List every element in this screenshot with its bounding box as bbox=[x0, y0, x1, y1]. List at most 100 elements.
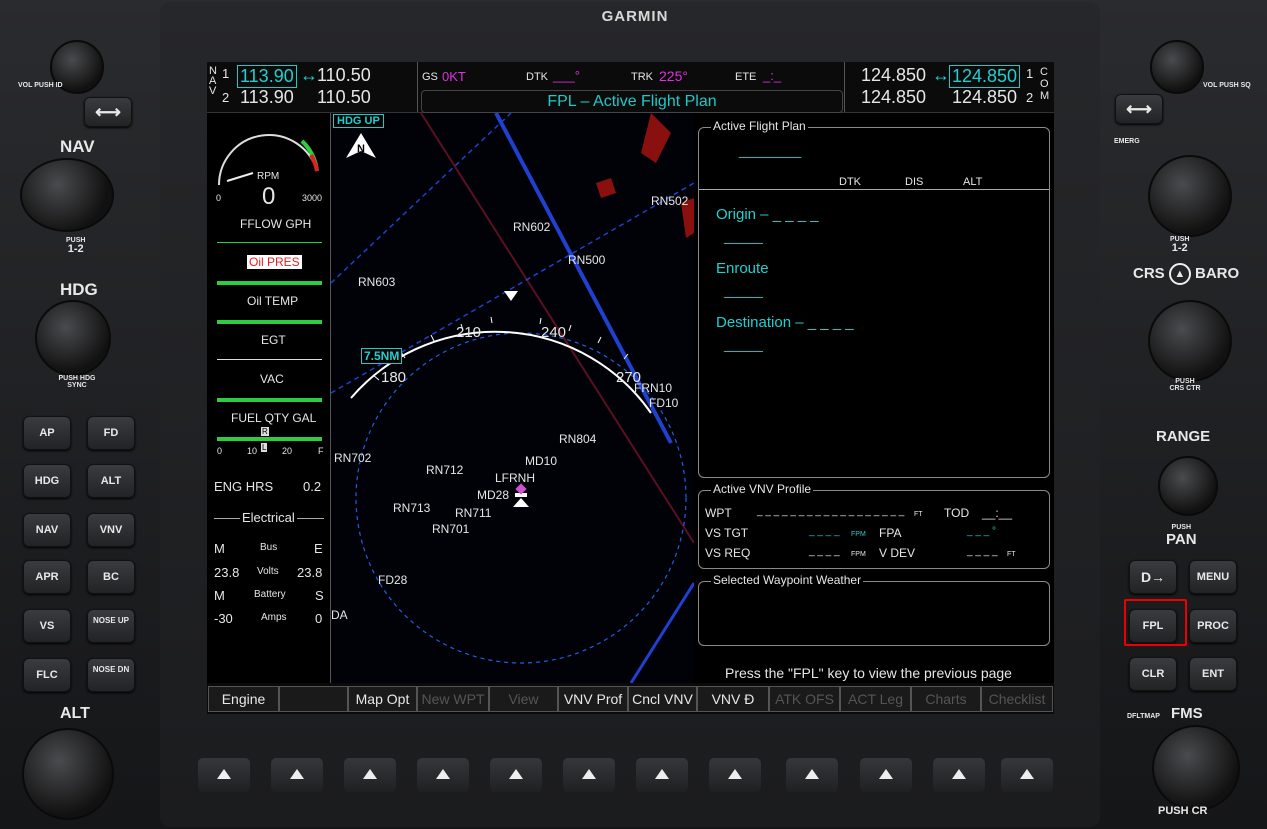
apr-button[interactable]: APR bbox=[23, 560, 71, 594]
range-knob[interactable] bbox=[1158, 456, 1218, 516]
destination-row[interactable]: Destination – _ _ _ _ bbox=[716, 314, 854, 331]
clr-button[interactable]: CLR bbox=[1129, 657, 1177, 691]
volts-right: 23.8 bbox=[297, 565, 323, 580]
vnv-vdev-label: V DEV bbox=[879, 546, 916, 560]
softkey-map-opt[interactable]: Map Opt bbox=[348, 686, 417, 712]
egt-label: EGT bbox=[261, 333, 286, 347]
map-orientation-label[interactable]: HDG UP bbox=[333, 114, 384, 128]
com-swap-arrow: ↔ bbox=[932, 65, 950, 85]
crs-baro-knob[interactable] bbox=[1148, 300, 1232, 382]
softkey-charts[interactable]: Charts bbox=[911, 686, 981, 712]
vnv-button[interactable]: VNV bbox=[87, 513, 135, 547]
eng-hrs-value: 0.2 bbox=[303, 479, 322, 494]
softkey-vnv-direct[interactable]: VNV Đ bbox=[697, 686, 769, 712]
com1-active-freq[interactable]: 124.850 bbox=[861, 65, 926, 86]
com1-standby-freq[interactable]: 124.850 bbox=[949, 65, 1021, 88]
vol-knob-right[interactable] bbox=[1150, 40, 1204, 94]
column-dis: DIS bbox=[905, 176, 924, 188]
softkey-new-wpt[interactable]: New WPT bbox=[417, 686, 489, 712]
nav-swap-button[interactable]: ⟷ bbox=[84, 97, 132, 127]
softkey-atk-ofs[interactable]: ATK OFS bbox=[769, 686, 840, 712]
crs-push-label: PUSH CRS CTR bbox=[1169, 378, 1201, 392]
waypoint-rn712[interactable]: RN712 bbox=[426, 463, 463, 477]
gs-label: GS bbox=[422, 71, 438, 83]
com2-standby-freq[interactable]: 124.850 bbox=[952, 87, 1017, 108]
nav2-standby-freq[interactable]: 110.50 bbox=[317, 87, 371, 108]
nav-button[interactable]: NAV bbox=[23, 513, 71, 547]
fd-button[interactable]: FD bbox=[87, 416, 135, 450]
direct-to-button[interactable]: D→ bbox=[1129, 560, 1177, 594]
softkey-button-5[interactable] bbox=[490, 758, 542, 792]
hdg-knob[interactable] bbox=[35, 300, 111, 376]
alt-knob[interactable] bbox=[22, 728, 114, 820]
waypoint-rn702[interactable]: RN702 bbox=[334, 451, 371, 465]
origin-row[interactable]: Origin – _ _ _ _ bbox=[716, 206, 819, 223]
proc-button[interactable]: PROC bbox=[1189, 609, 1237, 643]
softkey-blank[interactable] bbox=[279, 686, 348, 712]
ent-button[interactable]: ENT bbox=[1189, 657, 1237, 691]
ap-button[interactable]: AP bbox=[23, 416, 71, 450]
softkey-button-7[interactable] bbox=[636, 758, 688, 792]
navigation-map[interactable]: HDG UP N 7.5NM 180 210 240 270 RN502 RN6… bbox=[331, 113, 694, 683]
vs-button[interactable]: VS bbox=[23, 609, 71, 643]
waypoint-fd28[interactable]: FD28 bbox=[378, 573, 407, 587]
com-knob[interactable] bbox=[1148, 155, 1232, 237]
vnv-ft-unit-2: FT bbox=[1007, 551, 1016, 558]
nav2-active-freq[interactable]: 113.90 bbox=[240, 87, 294, 108]
rpm-value: 0 bbox=[262, 183, 276, 210]
nav1-standby-freq[interactable]: 110.50 bbox=[317, 65, 371, 86]
softkey-button-6[interactable] bbox=[563, 758, 615, 792]
softkey-button-11[interactable] bbox=[933, 758, 985, 792]
waypoint-md10[interactable]: MD10 bbox=[525, 454, 557, 468]
menu-button[interactable]: MENU bbox=[1189, 560, 1237, 594]
softkey-checklist[interactable]: Checklist bbox=[981, 686, 1053, 712]
alt-button[interactable]: ALT bbox=[87, 464, 135, 498]
waypoint-rn701[interactable]: RN701 bbox=[432, 522, 469, 536]
fms-knob[interactable] bbox=[1152, 725, 1240, 811]
bc-button[interactable]: BC bbox=[87, 560, 135, 594]
waypoint-rn603[interactable]: RN603 bbox=[358, 275, 395, 289]
softkey-cncl-vnv[interactable]: Cncl VNV bbox=[628, 686, 697, 712]
waypoint-rn502[interactable]: RN502 bbox=[651, 194, 688, 208]
softkey-button-12[interactable] bbox=[1001, 758, 1053, 792]
vnv-fpm-unit-1: FPM bbox=[851, 531, 866, 538]
enroute-row[interactable]: Enroute bbox=[716, 260, 769, 277]
flc-button[interactable]: FLC bbox=[23, 658, 71, 692]
active-vnv-profile-box: Active VNV Profile WPT _ _ _ _ _ _ _ _ _… bbox=[698, 482, 1050, 569]
waypoint-frn10[interactable]: FRN10 bbox=[634, 381, 672, 395]
softkey-button-10[interactable] bbox=[860, 758, 912, 792]
com2-active-freq[interactable]: 124.850 bbox=[861, 87, 926, 108]
softkey-button-4[interactable] bbox=[417, 758, 469, 792]
softkey-button-1[interactable] bbox=[198, 758, 250, 792]
softkey-button-2[interactable] bbox=[271, 758, 323, 792]
com-swap-button[interactable]: ⟷ bbox=[1115, 94, 1163, 124]
waypoint-rn602[interactable]: RN602 bbox=[513, 220, 550, 234]
brand-logo: GARMIN bbox=[601, 8, 669, 25]
softkey-vnv-prof[interactable]: VNV Prof bbox=[558, 686, 628, 712]
nav-knob[interactable] bbox=[20, 158, 114, 232]
vac-bar bbox=[217, 390, 322, 402]
nose-dn-button[interactable]: NOSE DN bbox=[87, 658, 135, 692]
waypoint-md28[interactable]: MD28 bbox=[477, 488, 509, 502]
nose-up-button[interactable]: NOSE UP bbox=[87, 609, 135, 643]
softkey-button-8[interactable] bbox=[709, 758, 761, 792]
hdg-button[interactable]: HDG bbox=[23, 464, 71, 498]
softkey-bar: Engine Map Opt New WPT View VNV Prof Cnc… bbox=[207, 683, 1054, 714]
nav1-active-freq[interactable]: 113.90 bbox=[237, 65, 297, 88]
active-flight-plan-box[interactable]: Active Flight Plan ________ DTK DIS ALT … bbox=[698, 119, 1050, 478]
vnv-wpt-label: WPT bbox=[705, 506, 732, 520]
softkey-engine[interactable]: Engine bbox=[208, 686, 279, 712]
com2-index: 2 bbox=[1026, 90, 1034, 105]
waypoint-rn713[interactable]: RN713 bbox=[393, 501, 430, 515]
softkey-act-leg[interactable]: ACT Leg bbox=[840, 686, 911, 712]
nav-radio-box: NAV 1 113.90 ↔ 110.50 2 113.90 110.50 bbox=[207, 62, 417, 112]
waypoint-fd10[interactable]: FD10 bbox=[649, 396, 678, 410]
waypoint-lfrnh[interactable]: LFRNH bbox=[495, 471, 535, 485]
softkey-button-9[interactable] bbox=[786, 758, 838, 792]
ete-label: ETE bbox=[735, 71, 757, 83]
softkey-view[interactable]: View bbox=[489, 686, 558, 712]
waypoint-rn804[interactable]: RN804 bbox=[559, 432, 596, 446]
waypoint-rn500[interactable]: RN500 bbox=[568, 253, 605, 267]
waypoint-rn711[interactable]: RN711 bbox=[455, 506, 491, 520]
softkey-button-3[interactable] bbox=[344, 758, 396, 792]
